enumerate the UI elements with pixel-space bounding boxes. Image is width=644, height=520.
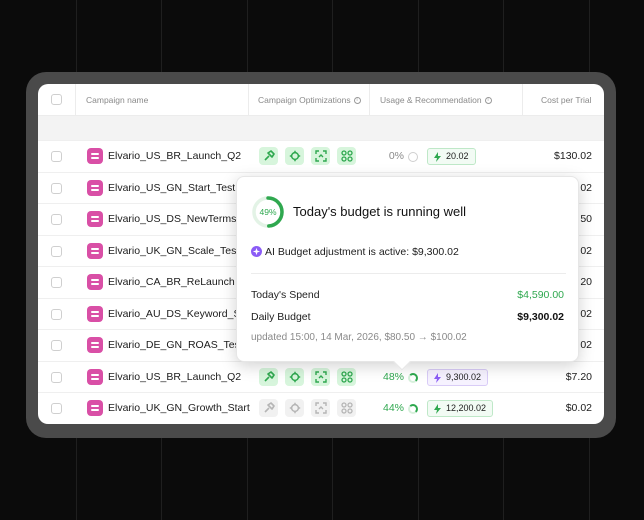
cost-per-trial: 02 bbox=[580, 244, 592, 257]
col-campaign-optimizations[interactable]: Campaign Optimizations i bbox=[258, 84, 361, 116]
boost-icon[interactable] bbox=[259, 399, 278, 417]
table-spacer bbox=[38, 116, 604, 140]
cost-per-trial: $0.02 bbox=[565, 402, 592, 414]
bolt-icon bbox=[434, 372, 441, 383]
optimization-toggles bbox=[259, 399, 356, 417]
cost-per-trial: 50 bbox=[580, 213, 592, 225]
boost-icon[interactable] bbox=[259, 147, 278, 165]
cost-per-trial: $7.20 bbox=[565, 370, 592, 383]
campaign-logo-icon bbox=[87, 211, 103, 227]
row-checkbox[interactable] bbox=[51, 403, 62, 414]
divider bbox=[251, 273, 566, 274]
targeting-icon[interactable] bbox=[311, 367, 330, 386]
campaign-logo-icon bbox=[87, 242, 103, 259]
auto-optimize-icon[interactable] bbox=[285, 367, 304, 386]
ai-adjustment-text: AI Budget adjustment is active: $9,300.0… bbox=[265, 246, 459, 258]
campaign-logo-icon bbox=[87, 274, 103, 290]
boost-icon[interactable] bbox=[259, 367, 278, 386]
cost-per-trial: 02 bbox=[580, 339, 592, 351]
budget-progress-ring: 49% bbox=[252, 196, 284, 228]
optimization-toggles bbox=[259, 367, 356, 386]
todays-spend-label: Today's Spend bbox=[251, 289, 320, 301]
network-icon[interactable] bbox=[337, 399, 356, 417]
campaign-name[interactable]: Elvario_US_BR_Launch_Q2 bbox=[108, 362, 258, 393]
table-row[interactable]: Elvario_US_BR_Launch_Q2 48% 9,300.02 $7.20 bbox=[38, 360, 604, 393]
col-campaign-name[interactable]: Campaign name bbox=[86, 84, 148, 116]
info-icon[interactable]: i bbox=[484, 97, 492, 105]
cost-per-trial: 02 bbox=[580, 181, 592, 194]
daily-budget-value: $9,300.02 bbox=[517, 311, 564, 323]
popover-title: Today's budget is running well bbox=[293, 204, 467, 219]
col-cost-per-trial[interactable]: Cost per Trial bbox=[541, 84, 604, 116]
campaign-logo-icon bbox=[87, 368, 103, 385]
col-usage-recommendation[interactable]: Usage & Recommendation i bbox=[380, 84, 492, 116]
targeting-icon[interactable] bbox=[311, 147, 330, 165]
select-all-checkbox[interactable] bbox=[51, 94, 62, 105]
row-checkbox[interactable] bbox=[51, 245, 62, 257]
bolt-icon bbox=[434, 152, 441, 162]
network-icon[interactable] bbox=[337, 367, 356, 386]
row-checkbox[interactable] bbox=[51, 340, 62, 351]
row-checkbox[interactable] bbox=[51, 277, 62, 288]
row-checkbox[interactable] bbox=[51, 151, 62, 162]
info-icon[interactable]: i bbox=[353, 97, 361, 105]
cost-per-trial: $130.02 bbox=[554, 150, 592, 162]
table-row[interactable]: Elvario_UK_GN_Growth_Start 44% 12,200.02 $0… bbox=[38, 392, 604, 423]
row-checkbox[interactable] bbox=[51, 214, 62, 225]
row-checkbox[interactable] bbox=[51, 371, 62, 383]
table-header: Campaign name Campaign Optimizations i Us… bbox=[38, 84, 604, 116]
budget-popover: 49% Today's budget is running well AI Bu… bbox=[236, 176, 579, 362]
bolt-icon bbox=[434, 404, 441, 414]
network-icon[interactable] bbox=[337, 147, 356, 165]
recommendation-badge[interactable]: 12,200.02 bbox=[427, 400, 494, 417]
auto-optimize-icon[interactable] bbox=[285, 147, 304, 165]
recommendation-badge[interactable]: 20.02 bbox=[427, 148, 476, 165]
campaign-logo-icon bbox=[87, 305, 103, 322]
campaign-logo-icon bbox=[87, 148, 103, 164]
usage-ring-icon bbox=[408, 152, 418, 162]
auto-optimize-icon[interactable] bbox=[285, 399, 304, 417]
usage-percent: 0% bbox=[388, 150, 404, 162]
campaign-name[interactable]: Elvario_UK_GN_Growth_Start bbox=[108, 393, 258, 424]
daily-budget-label: Daily Budget bbox=[251, 311, 311, 323]
optimization-toggles bbox=[259, 147, 356, 165]
campaign-logo-icon bbox=[87, 400, 103, 416]
ai-sparkle-icon bbox=[251, 246, 262, 257]
budget-progress-label: 49% bbox=[259, 207, 276, 217]
campaign-name[interactable]: Elvario_US_BR_Launch_Q2 bbox=[108, 141, 258, 172]
usage-ring-icon bbox=[408, 404, 418, 414]
targeting-icon[interactable] bbox=[311, 399, 330, 417]
updated-note: updated 15:00, 14 Mar, 2026, $80.50 → $1… bbox=[251, 332, 467, 343]
usage-percent: 44% bbox=[382, 402, 404, 414]
cost-per-trial: 02 bbox=[580, 307, 592, 320]
usage-ring-icon bbox=[408, 372, 418, 383]
row-checkbox[interactable] bbox=[51, 308, 62, 320]
row-checkbox[interactable] bbox=[51, 182, 62, 194]
recommendation-badge[interactable]: 9,300.02 bbox=[427, 368, 489, 386]
cost-per-trial: 20 bbox=[580, 276, 592, 288]
campaign-logo-icon bbox=[87, 337, 103, 353]
todays-spend-value: $4,590.00 bbox=[517, 289, 564, 301]
campaign-logo-icon bbox=[87, 179, 103, 196]
table-row[interactable]: Elvario_US_BR_Launch_Q2 0% 20.02 $130.02 bbox=[38, 140, 604, 171]
